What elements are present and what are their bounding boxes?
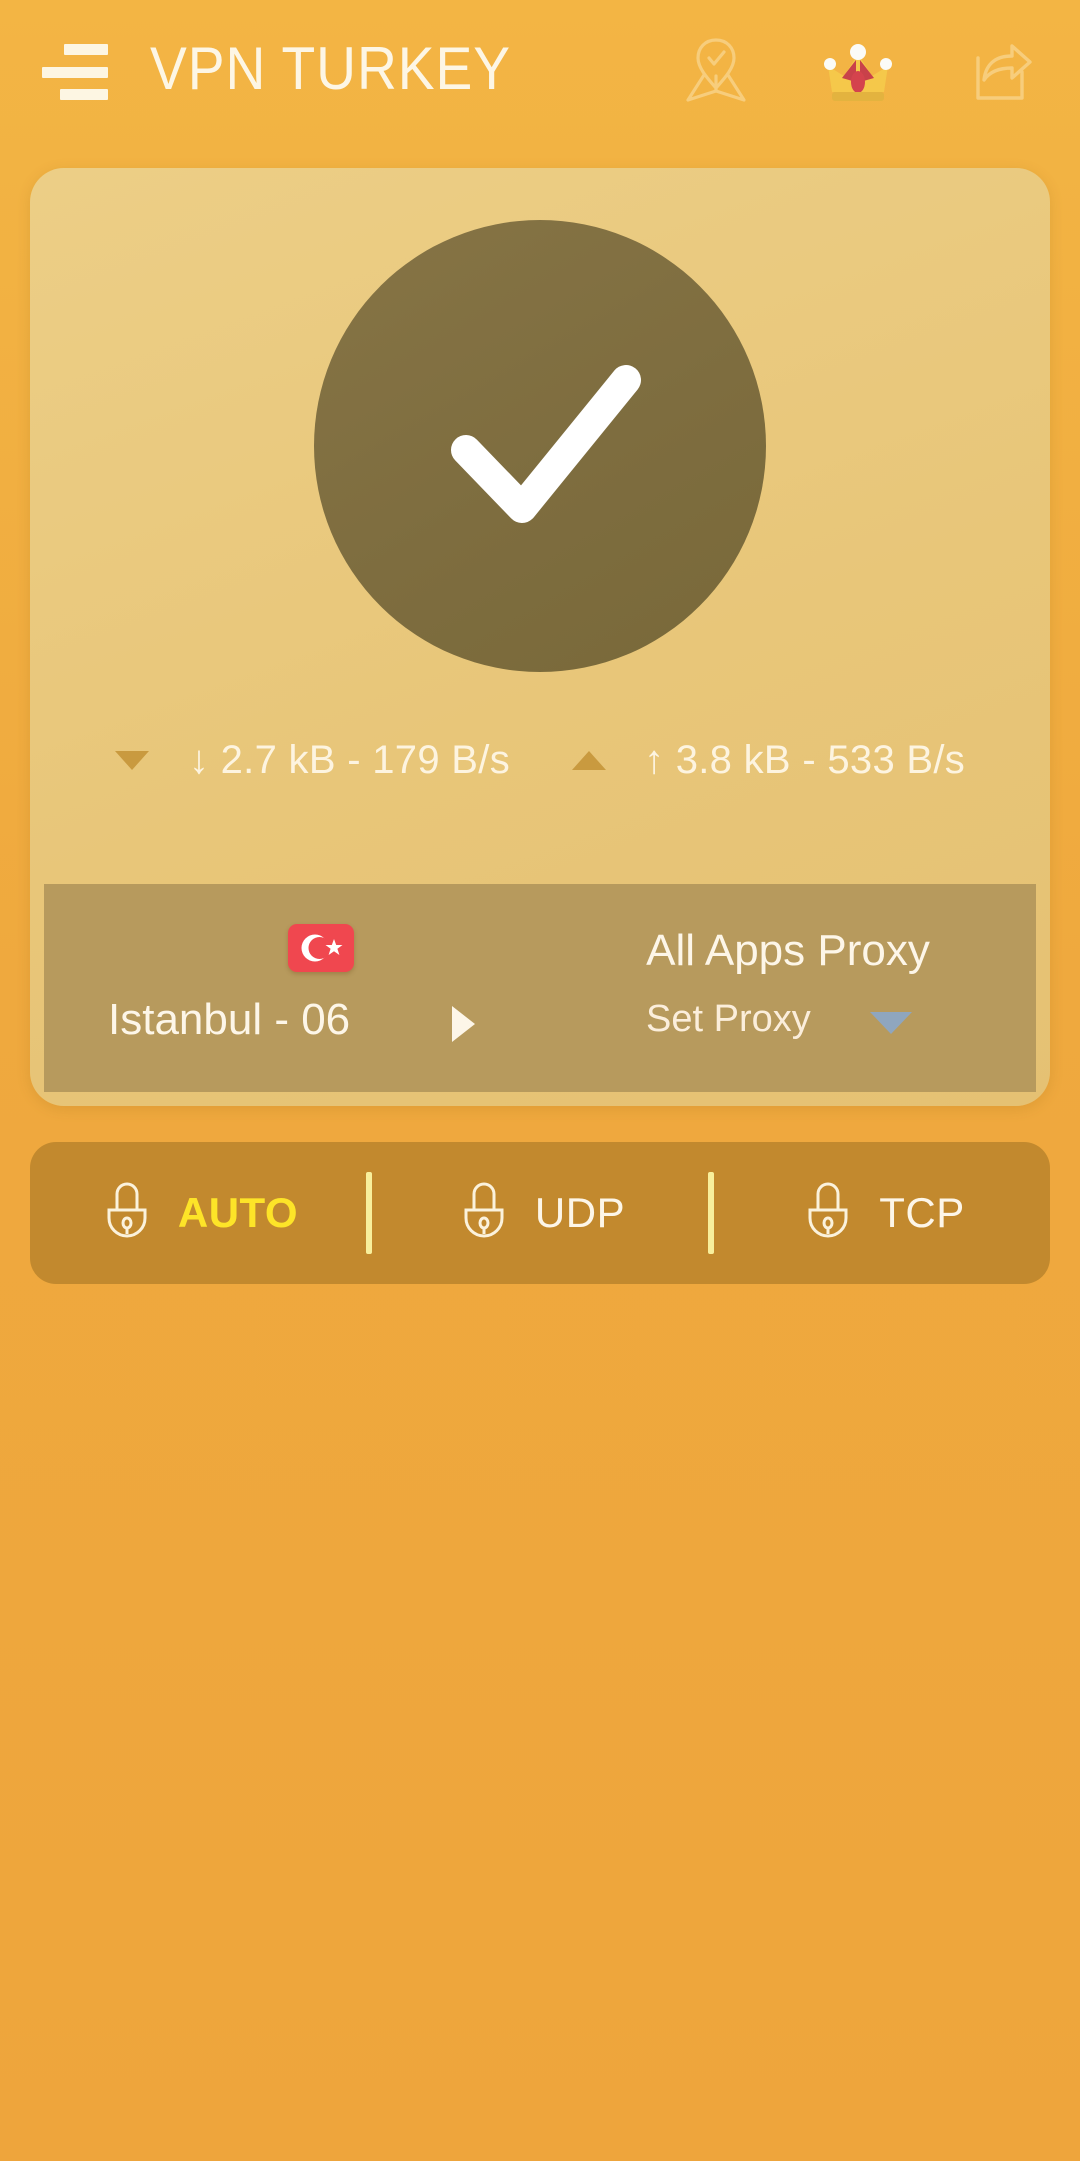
protocol-label-auto: AUTO bbox=[177, 1189, 299, 1236]
hamburger-menu-icon[interactable] bbox=[42, 44, 108, 100]
location-proxy-panel: Istanbul - 06 All Apps Proxy Set Proxy bbox=[44, 884, 1036, 1092]
hamburger-bar-2 bbox=[42, 66, 108, 78]
turkey-flag-icon bbox=[288, 924, 354, 972]
speed-stats-row: ↓ 2.7 kB - 179 B/s ↑ 3.8 kB - 533 B/s bbox=[30, 728, 1050, 792]
proxy-selector[interactable]: All Apps Proxy Set Proxy bbox=[540, 884, 1036, 1092]
connection-status-card: ↓ 2.7 kB - 179 B/s ↑ 3.8 kB - 533 B/s Is… bbox=[30, 168, 1050, 1106]
app-screen: VPN TURKEY ↓ 2.7 kB - 179 B/s ↑ 3.8 kB -… bbox=[0, 0, 1080, 2161]
protocol-label-tcp: TCP bbox=[879, 1189, 965, 1236]
protocol-option-udp[interactable]: UDP bbox=[372, 1142, 708, 1284]
map-location-icon[interactable] bbox=[674, 28, 758, 112]
top-app-bar: VPN TURKEY bbox=[0, 0, 1080, 140]
crown-premium-icon[interactable] bbox=[816, 28, 900, 112]
lock-icon bbox=[464, 1182, 504, 1238]
share-icon[interactable] bbox=[958, 28, 1042, 112]
lock-icon bbox=[808, 1182, 848, 1238]
download-speed-text: ↓ 2.7 kB - 179 B/s bbox=[188, 737, 510, 782]
checkmark-icon bbox=[451, 365, 641, 523]
chevron-right-icon bbox=[452, 1006, 475, 1042]
triangle-up-icon bbox=[572, 750, 606, 770]
proxy-title-label: All Apps Proxy bbox=[646, 926, 930, 975]
page-title: VPN TURKEY bbox=[150, 35, 511, 102]
location-name-label: Istanbul - 06 bbox=[108, 995, 351, 1044]
protocol-selector-bar: AUTO UDP TCP bbox=[30, 1142, 1050, 1284]
hamburger-bar-1 bbox=[64, 44, 108, 55]
upload-speed-text: ↑ 3.8 kB - 533 B/s bbox=[644, 737, 966, 782]
hamburger-bar-3 bbox=[60, 89, 108, 100]
caret-down-icon[interactable] bbox=[870, 1012, 912, 1034]
triangle-down-icon bbox=[114, 750, 149, 770]
protocol-option-auto[interactable]: AUTO bbox=[30, 1142, 366, 1284]
lock-icon bbox=[107, 1182, 147, 1238]
protocol-option-tcp[interactable]: TCP bbox=[714, 1142, 1050, 1284]
connect-toggle-button[interactable] bbox=[314, 220, 766, 672]
location-selector[interactable]: Istanbul - 06 bbox=[44, 884, 540, 1092]
set-proxy-label: Set Proxy bbox=[646, 998, 811, 1040]
protocol-label-udp: UDP bbox=[534, 1189, 626, 1236]
